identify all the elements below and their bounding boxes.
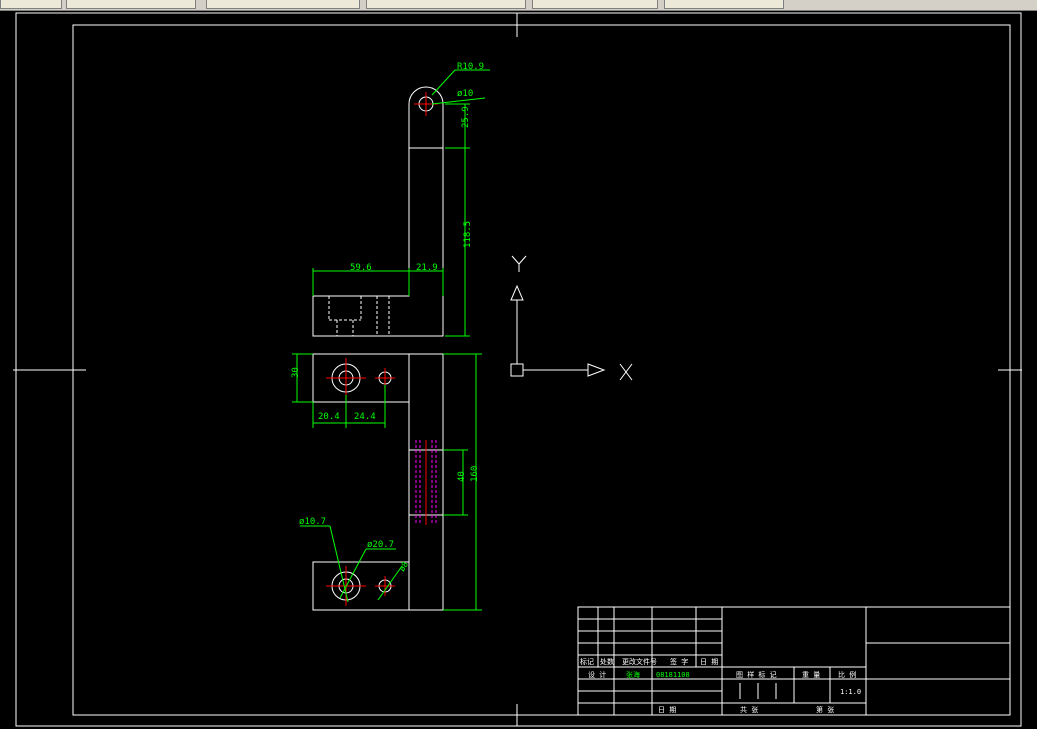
- sheet-label: 第 张: [816, 705, 834, 714]
- taskbar-tab[interactable]: [664, 0, 784, 9]
- design-label: 设 计: [588, 670, 606, 679]
- upper-hidden-lines: [328, 296, 390, 336]
- dim-slot-len: 40: [457, 471, 467, 482]
- part-outline-upper: [312, 86, 444, 337]
- ucs-y-label: Y: [530, 259, 531, 261]
- rev-header-sign: 签 字: [670, 657, 688, 666]
- scale-value: 1:1.0: [840, 688, 861, 696]
- sheets-label: 共 张: [740, 705, 758, 714]
- drawing-frame: [13, 12, 1022, 727]
- dim-d-top: ø10: [457, 89, 473, 99]
- date-label: 日 期: [658, 706, 676, 714]
- dim-hole-small: ø10.7: [299, 517, 326, 527]
- dim-w-left: 59.6: [350, 263, 372, 273]
- rev-header-count: 处数: [600, 657, 614, 666]
- dim-h-top: 25.9: [461, 106, 471, 128]
- rev-header-mark: 标记: [580, 657, 594, 666]
- part-view-upper: [312, 86, 444, 337]
- taskbar-tab[interactable]: [66, 0, 196, 9]
- student-id: 08181108: [656, 671, 690, 679]
- dim-w-right: 21.9: [416, 263, 438, 273]
- part-outline-lower: [312, 353, 444, 611]
- dim-plan-w1: 20.4: [318, 412, 340, 422]
- dim-h-mid: 118.5: [463, 221, 473, 248]
- lower-dimensions: [292, 353, 482, 611]
- rev-header-doc: 更改文件号: [622, 657, 657, 666]
- stage-label: 图 样 标 记: [736, 670, 777, 679]
- dim-r-top: R10.9: [457, 62, 484, 72]
- part-view-lower: [312, 353, 444, 611]
- dim-plan-height: 30: [291, 367, 301, 378]
- dim-hole-big: ø20.7: [367, 540, 394, 550]
- rev-header-date: 日 期: [700, 658, 718, 666]
- taskbar-tab[interactable]: [0, 0, 62, 9]
- drawing-canvas[interactable]: R10.9 ø10 25.9 118.5 59.6 21.9 30 20.4 2…: [0, 10, 1037, 729]
- outer-frame: [15, 12, 1022, 727]
- dim-total-len: 160: [470, 466, 480, 482]
- scale-label: 比 例: [838, 670, 856, 679]
- designer-name: 张海: [626, 670, 640, 679]
- weight-label: 重 量: [802, 671, 820, 679]
- taskbar-tab[interactable]: [206, 0, 360, 9]
- lower-centerlines: [326, 358, 427, 606]
- taskbar-tab[interactable]: [366, 0, 526, 9]
- ucs-icon: [510, 255, 633, 381]
- dim-plan-w2: 24.4: [354, 412, 376, 422]
- taskbar-tab[interactable]: [532, 0, 658, 9]
- title-block-text: 标记 处数 更改文件号 签 字 日 期 设 计 张海 08181108 图 样 …: [580, 657, 861, 714]
- ucs-x-label: X: [636, 389, 637, 391]
